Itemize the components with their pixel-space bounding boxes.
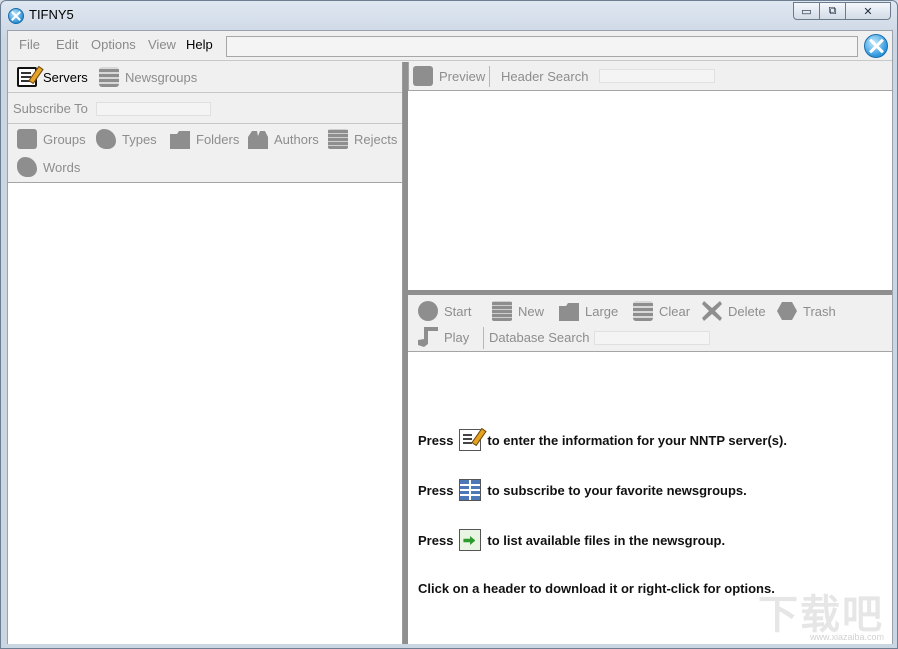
help-text: Click on a header to download it or righ… xyxy=(418,581,775,596)
newsgroups-icon xyxy=(99,67,119,87)
delete-icon xyxy=(702,301,722,321)
menu-edit[interactable]: Edit xyxy=(56,37,78,52)
clear-button[interactable]: Clear xyxy=(633,301,690,321)
large-icon xyxy=(559,303,579,321)
clear-label: Clear xyxy=(659,303,691,319)
watermark-url: www.xiazaiba.com xyxy=(809,632,884,642)
app-logo-icon xyxy=(8,8,24,24)
preview-icon xyxy=(413,66,433,86)
words-button[interactable]: Words xyxy=(17,157,80,177)
help-text: to subscribe to your favorite newsgroups… xyxy=(487,482,747,498)
servers-button[interactable]: Servers xyxy=(17,67,88,87)
menu-help[interactable]: Help xyxy=(186,37,213,52)
left-pane: Servers Newsgroups Subscribe To Groups T… xyxy=(8,62,403,644)
database-search-input[interactable] xyxy=(594,331,710,345)
rejects-icon xyxy=(328,129,348,149)
authors-label: Authors xyxy=(274,131,319,147)
window-controls: ▭ ⧉ ✕ xyxy=(793,2,891,20)
folders-label: Folders xyxy=(196,131,240,147)
groups-icon xyxy=(17,129,37,149)
newsgroups-button[interactable]: Newsgroups xyxy=(99,67,197,87)
start-icon xyxy=(418,301,438,321)
header-search-input[interactable] xyxy=(599,69,715,83)
new-button[interactable]: New xyxy=(492,301,544,321)
new-label: New xyxy=(518,303,545,319)
left-toolbar: Servers Newsgroups Subscribe To Groups T… xyxy=(8,62,402,183)
folder-icon xyxy=(170,131,190,149)
types-button[interactable]: Types xyxy=(96,129,157,149)
large-label: Large xyxy=(585,303,619,319)
client-area: File Edit Options View Help Servers News… xyxy=(7,30,893,644)
database-pane: Start New Large Clear Delete Trash Play … xyxy=(408,295,892,644)
window-title: TIFNY5 xyxy=(29,7,74,22)
start-label: Start xyxy=(444,303,472,319)
trash-button[interactable]: Trash xyxy=(777,301,836,321)
menu-bar: File Edit Options View Help xyxy=(8,31,892,61)
header-list-pane: Preview Header Search xyxy=(408,62,892,290)
play-icon xyxy=(418,327,438,347)
main-search-input[interactable] xyxy=(226,36,858,57)
words-label: Words xyxy=(43,159,81,175)
header-search-label: Header Search xyxy=(501,69,589,84)
press-label: Press xyxy=(418,432,454,448)
large-button[interactable]: Large xyxy=(559,301,618,321)
menu-file[interactable]: File xyxy=(19,37,40,52)
delete-button[interactable]: Delete xyxy=(702,301,766,321)
servers-edit-icon xyxy=(459,429,482,451)
divider xyxy=(483,327,484,349)
new-icon xyxy=(492,301,512,321)
divider xyxy=(489,66,490,87)
help-line-newsgroups: Press to subscribe to your favorite news… xyxy=(418,479,747,501)
groups-button[interactable]: Groups xyxy=(17,129,86,149)
press-label: Press xyxy=(418,532,454,548)
words-icon xyxy=(17,157,37,177)
minimize-icon: ▭ xyxy=(801,5,812,18)
database-toolbar: Start New Large Clear Delete Trash Play … xyxy=(408,295,892,352)
groups-label: Groups xyxy=(43,131,86,147)
header-toolbar: Preview Header Search xyxy=(408,62,892,91)
preview-button[interactable]: Preview xyxy=(413,66,485,86)
app-window: TIFNY5 ▭ ⧉ ✕ File Edit Options View Help… xyxy=(0,0,898,649)
types-label: Types xyxy=(122,131,157,147)
rejects-label: Rejects xyxy=(354,131,398,147)
authors-button[interactable]: Authors xyxy=(248,129,319,149)
play-button[interactable]: Play xyxy=(418,327,469,347)
press-label: Press xyxy=(418,482,454,498)
rejects-button[interactable]: Rejects xyxy=(328,129,397,149)
menu-options[interactable]: Options xyxy=(91,37,136,52)
help-text: to list available files in the newsgroup… xyxy=(487,532,726,548)
newsgroups-grid-icon xyxy=(459,479,482,501)
maximize-button[interactable]: ⧉ xyxy=(819,2,846,20)
close-icon: ✕ xyxy=(863,5,873,18)
servers-label: Servers xyxy=(43,69,88,85)
preview-label: Preview xyxy=(439,68,486,84)
database-search-label: Database Search xyxy=(489,330,590,345)
authors-icon xyxy=(248,131,268,149)
divider xyxy=(8,123,402,124)
divider xyxy=(8,92,402,93)
minimize-button[interactable]: ▭ xyxy=(793,2,820,20)
start-button[interactable]: Start xyxy=(418,301,471,321)
servers-icon xyxy=(17,67,37,87)
subscribe-to-input[interactable] xyxy=(96,102,211,116)
trash-icon xyxy=(777,302,797,320)
maximize-icon: ⧉ xyxy=(828,4,837,17)
list-arrow-icon xyxy=(459,529,482,551)
types-icon xyxy=(96,129,116,149)
help-line-servers: Press to enter the information for your … xyxy=(418,429,787,451)
subscribe-to-label: Subscribe To xyxy=(13,101,88,116)
help-text: to enter the information for your NNTP s… xyxy=(487,432,787,448)
help-line-list-files: Press to list available files in the new… xyxy=(418,529,725,551)
folders-button[interactable]: Folders xyxy=(170,129,239,149)
title-bar[interactable]: TIFNY5 ▭ ⧉ ✕ xyxy=(1,1,897,29)
close-button[interactable]: ✕ xyxy=(845,2,891,20)
play-label: Play xyxy=(444,329,470,345)
trash-label: Trash xyxy=(803,303,836,319)
menu-view[interactable]: View xyxy=(148,37,176,52)
connect-globe-button[interactable] xyxy=(864,34,888,58)
newsgroups-label: Newsgroups xyxy=(125,69,198,85)
delete-label: Delete xyxy=(728,303,766,319)
clear-icon xyxy=(633,301,653,321)
help-line-download: Click on a header to download it or righ… xyxy=(418,581,775,596)
